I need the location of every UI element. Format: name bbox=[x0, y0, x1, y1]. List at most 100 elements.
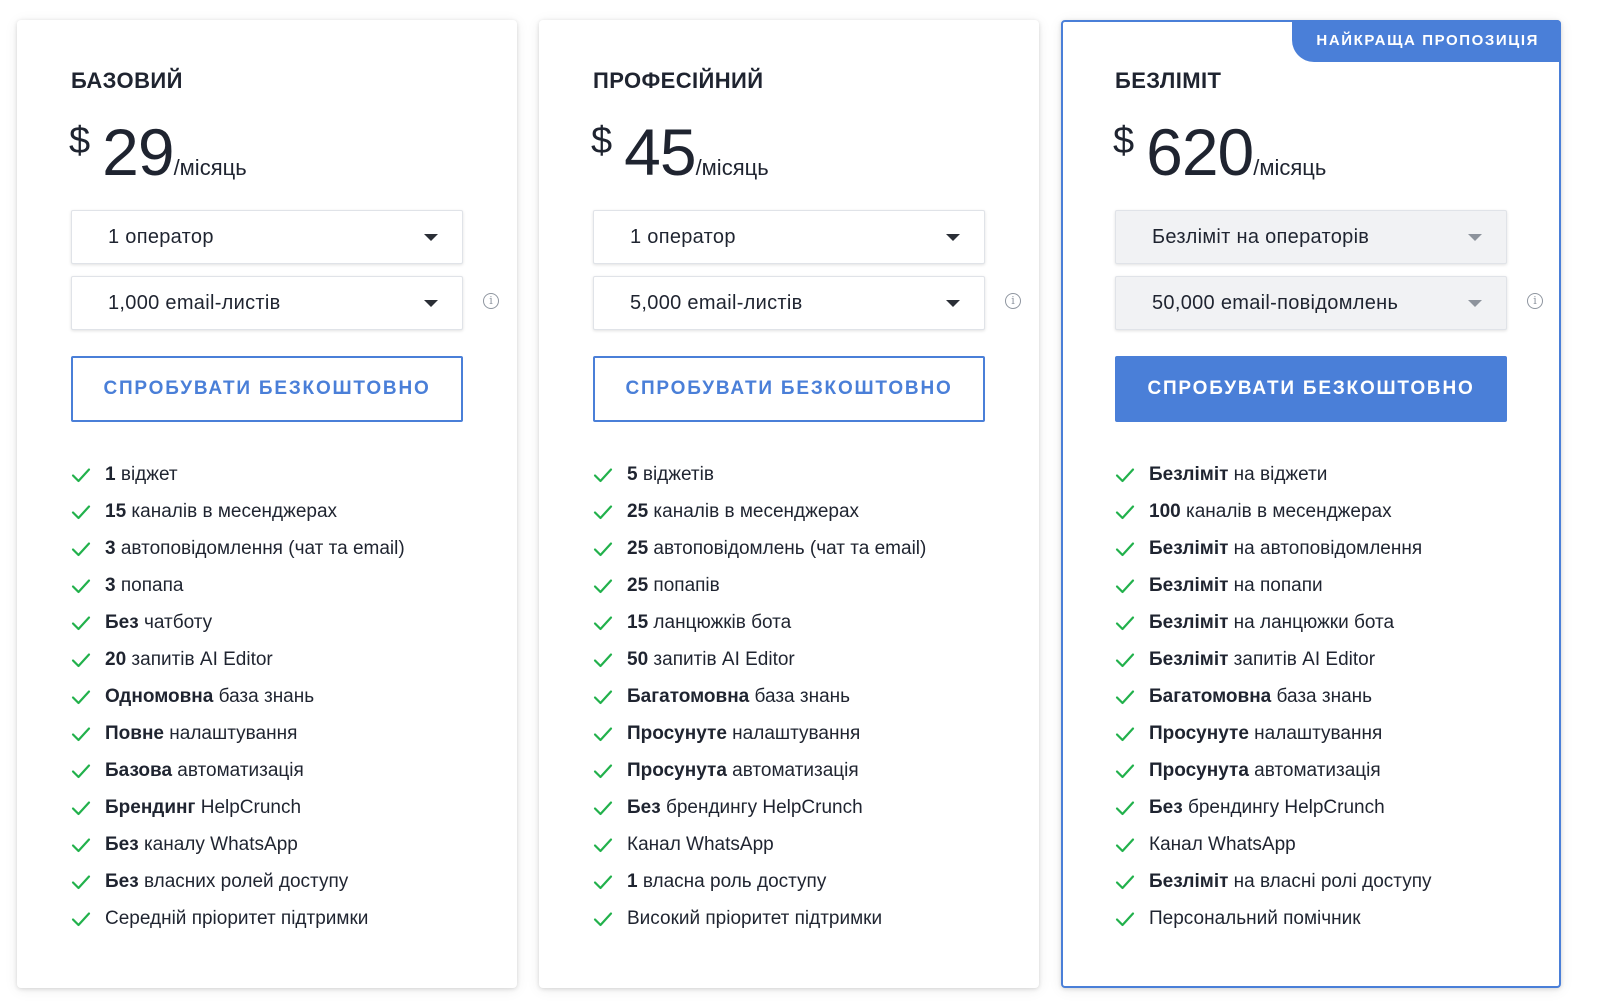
checkmark-icon bbox=[71, 578, 91, 593]
emails-select-value: 5,000 email-листів bbox=[630, 292, 803, 314]
feature-highlight: Без bbox=[105, 612, 139, 633]
feature-highlight: Безліміт bbox=[1149, 575, 1229, 596]
feature-item: Без брендингу HelpCrunch bbox=[593, 789, 926, 826]
feature-highlight: 15 bbox=[627, 612, 649, 633]
emails-select[interactable]: 1,000 email-листів bbox=[71, 276, 463, 330]
price: $29/місяць bbox=[69, 114, 247, 190]
plan-name: ПРОФЕСІЙНИЙ bbox=[593, 68, 764, 93]
checkmark-icon bbox=[71, 726, 91, 741]
feature-highlight: 25 bbox=[627, 538, 649, 559]
checkmark-icon bbox=[593, 837, 613, 852]
checkmark-icon bbox=[1115, 652, 1135, 667]
feature-highlight: Просунуте bbox=[1149, 723, 1249, 744]
feature-list: 1 віджет 15 каналів в месенджерах 3 автопо… bbox=[71, 456, 405, 937]
checkmark-icon bbox=[593, 911, 613, 926]
operators-select[interactable]: 1 оператор bbox=[593, 210, 985, 264]
checkmark-icon bbox=[1115, 689, 1135, 704]
checkmark-icon bbox=[593, 800, 613, 815]
checkmark-icon bbox=[1115, 874, 1135, 889]
checkmark-icon bbox=[71, 800, 91, 815]
feature-item: Середній пріоритет підтримки bbox=[71, 900, 405, 937]
emails-select[interactable]: 5,000 email-листів bbox=[593, 276, 985, 330]
feature-item: Просунуте налаштування bbox=[593, 715, 926, 752]
feature-highlight: 5 bbox=[627, 464, 638, 485]
info-icon[interactable]: i bbox=[1527, 293, 1543, 309]
feature-item: Просунуте налаштування bbox=[1115, 715, 1432, 752]
feature-text: налаштування bbox=[164, 723, 298, 744]
feature-item: Безліміт на віджети bbox=[1115, 456, 1432, 493]
feature-text: ланцюжків бота bbox=[648, 612, 792, 633]
feature-item: Без каналу WhatsApp bbox=[71, 826, 405, 863]
feature-highlight: 3 bbox=[105, 575, 116, 596]
checkmark-icon bbox=[71, 689, 91, 704]
feature-item: Канал WhatsApp bbox=[1115, 826, 1432, 863]
feature-highlight: Безліміт bbox=[1149, 538, 1229, 559]
feature-text: Канал WhatsApp bbox=[1149, 834, 1296, 855]
feature-item: Безліміт на попапи bbox=[1115, 567, 1432, 604]
price-currency: $ bbox=[69, 120, 91, 162]
plan-card-basic: БАЗОВИЙ $29/місяць 1 оператор 1,000 emai… bbox=[17, 20, 517, 988]
chevron-down-icon bbox=[424, 234, 438, 241]
info-icon[interactable]: i bbox=[483, 293, 499, 309]
checkmark-icon bbox=[593, 578, 613, 593]
price-period: /місяць bbox=[173, 155, 247, 180]
feature-text: на попапи bbox=[1228, 575, 1323, 596]
feature-text: запитів AI Editor bbox=[1228, 649, 1376, 670]
feature-highlight: Безліміт bbox=[1149, 649, 1229, 670]
feature-highlight: Просунута bbox=[627, 760, 727, 781]
feature-item: Багатомовна база знань bbox=[1115, 678, 1432, 715]
feature-item: Повне налаштування bbox=[71, 715, 405, 752]
chevron-down-icon bbox=[1468, 300, 1482, 307]
feature-highlight: Безліміт bbox=[1149, 612, 1229, 633]
feature-item: Високий пріоритет підтримки bbox=[593, 900, 926, 937]
operators-select[interactable]: Безліміт на операторів bbox=[1115, 210, 1507, 264]
price-currency: $ bbox=[591, 120, 613, 162]
plan-name: БАЗОВИЙ bbox=[71, 68, 183, 93]
best-offer-badge: НАЙКРАЩА ПРОПОЗИЦІЯ bbox=[1292, 20, 1561, 62]
feature-highlight: 50 bbox=[627, 649, 649, 670]
feature-text: автоматизація bbox=[172, 760, 304, 781]
feature-item: 20 запитів AI Editor bbox=[71, 641, 405, 678]
feature-item: Безліміт запитів AI Editor bbox=[1115, 641, 1432, 678]
feature-item: Базова автоматизація bbox=[71, 752, 405, 789]
checkmark-icon bbox=[1115, 800, 1135, 815]
feature-text: на ланцюжки бота bbox=[1228, 612, 1395, 633]
feature-highlight: Одномовна bbox=[105, 686, 214, 707]
feature-text: налаштування bbox=[726, 723, 861, 744]
feature-text: брендингу HelpCrunch bbox=[1182, 797, 1385, 818]
feature-text: Персональний помічник bbox=[1149, 908, 1361, 929]
feature-item: Багатомовна база знань bbox=[593, 678, 926, 715]
chevron-down-icon bbox=[946, 300, 960, 307]
checkmark-icon bbox=[1115, 837, 1135, 852]
emails-select[interactable]: 50,000 email-повідомлень bbox=[1115, 276, 1507, 330]
feature-item: 100 каналів в месенджерах bbox=[1115, 493, 1432, 530]
checkmark-icon bbox=[593, 615, 613, 630]
feature-text: власна роль доступу bbox=[637, 871, 827, 892]
try-free-button[interactable]: СПРОБУВАТИ БЕЗКОШТОВНО bbox=[71, 356, 463, 422]
checkmark-icon bbox=[1115, 467, 1135, 482]
feature-text: Середній пріоритет підтримки bbox=[105, 908, 369, 929]
checkmark-icon bbox=[71, 467, 91, 482]
try-free-button[interactable]: СПРОБУВАТИ БЕЗКОШТОВНО bbox=[1115, 356, 1507, 422]
info-icon[interactable]: i bbox=[1005, 293, 1021, 309]
feature-text: налаштування bbox=[1248, 723, 1383, 744]
feature-highlight: Без bbox=[627, 797, 661, 818]
price-amount: 29 bbox=[102, 115, 174, 189]
feature-item: Без брендингу HelpCrunch bbox=[1115, 789, 1432, 826]
feature-text: брендингу HelpCrunch bbox=[660, 797, 863, 818]
price-period: /місяць bbox=[1253, 155, 1327, 180]
try-free-button[interactable]: СПРОБУВАТИ БЕЗКОШТОВНО bbox=[593, 356, 985, 422]
emails-select-value: 1,000 email-листів bbox=[108, 292, 281, 314]
feature-item: Безліміт на автоповідомлення bbox=[1115, 530, 1432, 567]
price: $620/місяць bbox=[1113, 114, 1326, 190]
feature-highlight: Багатомовна bbox=[1149, 686, 1272, 707]
feature-text: віджетів bbox=[637, 464, 714, 485]
price-amount: 620 bbox=[1146, 115, 1254, 189]
feature-item: Безліміт на власні ролі доступу bbox=[1115, 863, 1432, 900]
checkmark-icon bbox=[1115, 504, 1135, 519]
operators-select[interactable]: 1 оператор bbox=[71, 210, 463, 264]
feature-item: Брендинг HelpCrunch bbox=[71, 789, 405, 826]
feature-highlight: Базова bbox=[105, 760, 173, 781]
checkmark-icon bbox=[593, 652, 613, 667]
feature-item: 15 ланцюжків бота bbox=[593, 604, 926, 641]
